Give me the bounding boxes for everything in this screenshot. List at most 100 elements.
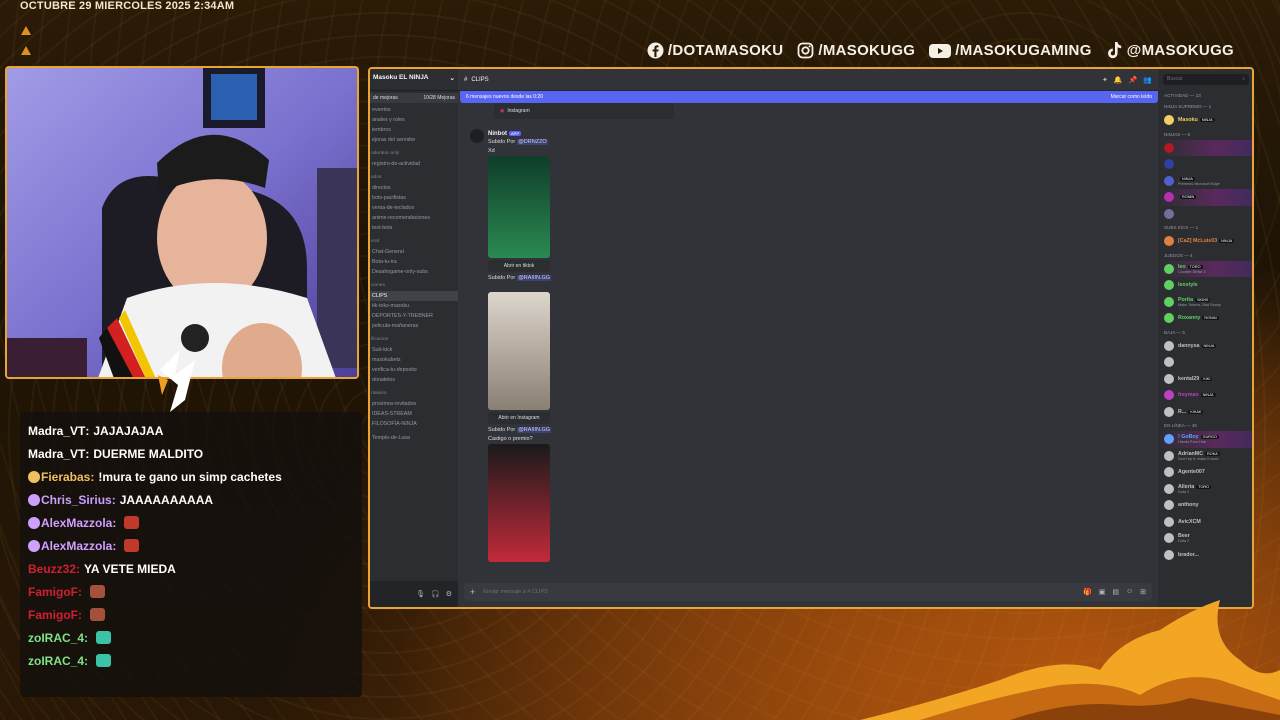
member-item[interactable]: Agente007 [1158,464,1252,481]
channel-item[interactable]: FILOSOFÍA-NINJA [370,419,458,429]
channel-category[interactable]: ciones [370,281,458,291]
member-item[interactable]: brador... [1158,547,1252,564]
facebook-icon [647,42,664,59]
message-author[interactable]: Ninbot [488,131,507,137]
channel-category[interactable]: oderator-only [370,149,458,159]
pin-icon[interactable]: 📌 [1129,76,1138,84]
user-mention[interactable]: @RAIIIN.GG [517,427,552,433]
member-item[interactable]: Roxanny RONIN [1158,310,1252,327]
chat-username[interactable]: AlexMazzola [41,539,112,553]
member-name: AvicXCM [1178,518,1201,525]
gif-icon[interactable]: ▣ [1099,588,1106,596]
channel-category[interactable]: ados [370,173,458,183]
member-item[interactable]: [CaZ] McLuis03 NINJA [1158,233,1252,250]
gear-icon[interactable]: ⚙ [446,590,452,598]
open-link-button[interactable]: Abrir en tiktok [488,260,550,272]
chat-username[interactable]: Madra_VT [28,447,85,461]
video-embed[interactable] [488,156,550,258]
channel-item[interactable]: pelicula-mañaneras [370,321,458,331]
member-item[interactable] [1158,139,1252,156]
chat-username[interactable]: FamigoF [28,608,78,622]
member-item[interactable]: ! GoBoy GURGO Hands Porn Hub [1158,431,1252,448]
member-item[interactable] [1158,206,1252,223]
channel-item[interactable]: donatelos [370,375,458,385]
message-composer[interactable]: + Enviar mensaje a # CLIPS 🎁 ▣ ▤ ☺ ⊞ [464,583,1152,601]
channel-item[interactable]: ejoras del servidor [370,135,458,145]
channel-item[interactable]: test-bots [370,223,458,233]
channel-item[interactable]: Templo-de-Lusa [370,433,458,443]
apps-icon[interactable]: ⊞ [1140,588,1146,596]
user-mention[interactable]: @DRNZZO [517,139,548,145]
open-link-button[interactable]: Abrir en Instagram [488,412,550,424]
chat-username[interactable]: FamigoF [28,585,78,599]
channel-item[interactable]: bots-pacifistas [370,193,458,203]
sticker-icon[interactable]: ▤ [1112,588,1119,596]
chat-username[interactable]: AlexMazzola [41,516,112,530]
channel-item[interactable]: iembros [370,125,458,135]
member-item[interactable]: Porita SKINS Make Tokens, Bad Bunny [1158,294,1252,311]
member-item[interactable]: anthony [1158,497,1252,514]
channel-category[interactable]: ntasioo [370,389,458,399]
channel-item[interactable]: proximos-invitados [370,399,458,409]
member-name: Agente007 [1178,469,1205,476]
new-messages-bar[interactable]: 6 mensajes nuevos desde las 0:20 Marcar … [460,91,1158,103]
member-item[interactable]: R... KIKAK [1158,404,1252,421]
member-item[interactable]: dannysa NINJA [1158,338,1252,355]
previous-embed[interactable]: ◉ Instagram [494,103,674,119]
members-icon[interactable]: 👥 [1143,76,1152,84]
channel-item[interactable]: eventos [370,105,458,115]
chat-username[interactable]: zoIRAC_4 [28,654,84,668]
server-header[interactable]: Masoku EL NINJA ⌄ [370,69,458,91]
video-embed[interactable] [488,444,550,562]
channel-item[interactable]: venta-de-teclados [370,203,458,213]
mark-read-button[interactable]: Marcar como leído [1111,94,1152,100]
threads-icon[interactable]: ✦ [1102,76,1108,84]
channel-item[interactable]: verifica-tu-deposito [370,365,458,375]
channel-item[interactable]: Bota-tu-ira [370,257,458,267]
headphones-icon[interactable]: 🎧 [431,590,440,598]
member-item[interactable]: kental29 KIKI [1158,371,1252,388]
chat-username[interactable]: Madra_VT [28,424,85,438]
channel-item[interactable]: DEPORTES-Y-TREBNER [370,311,458,321]
role-tag: KIKI [1201,376,1213,381]
channel-item[interactable]: tik-toks-masoku [370,301,458,311]
member-item[interactable] [1158,354,1252,371]
channel-category[interactable]: ificacion [370,335,458,345]
channel-item[interactable]: Desahogame-only-subs [370,267,458,277]
bot-avatar[interactable] [470,129,484,143]
member-item[interactable]: leo TORO Counter-Strike 2 [1158,260,1252,277]
channel-item[interactable]: anime-recomendaciones [370,213,458,223]
member-item[interactable]: Alleria TORO Dota 2 [1158,481,1252,498]
emoji-icon[interactable]: ☺ [1126,588,1133,596]
channel-item[interactable]: Sub-kick [370,345,458,355]
chat-username[interactable]: Beuzz32 [28,562,76,576]
member-item[interactable]: AdrianMC ROKA Don't try it, make it work [1158,448,1252,465]
member-item[interactable] [1158,156,1252,173]
member-item[interactable]: RONIN [1158,189,1252,206]
member-item[interactable]: Masoku NINJA [1158,112,1252,129]
chat-username[interactable]: zoIRAC_4 [28,631,84,645]
channel-item[interactable]: Chat-General [370,247,458,257]
microphone-icon[interactable]: 🎙 [416,590,425,598]
chat-username[interactable]: Chris_Sirius [41,493,112,507]
member-item[interactable]: freyman NINJA [1158,387,1252,404]
channel-item[interactable]: registro-de-actividad [370,159,458,169]
server-boost-bar[interactable]: de mejoras 10/28 Mejoras [370,93,458,103]
search-input[interactable]: Buscar ⌕ [1163,74,1249,85]
channel-category[interactable]: eral [370,237,458,247]
bell-icon[interactable]: 🔔 [1114,76,1123,84]
gift-icon[interactable]: 🎁 [1083,588,1092,596]
user-mention[interactable]: @RAIIIN.GG [517,275,552,281]
channel-item[interactable]: masokubets [370,355,458,365]
plus-icon[interactable]: + [470,587,475,597]
channel-item[interactable]: directos [370,183,458,193]
member-item[interactable]: leostyle [1158,277,1252,294]
video-embed[interactable] [488,292,550,410]
channel-item[interactable]: IDEAS-STREAM [370,409,458,419]
member-item[interactable]: Beer Dota 2 [1158,530,1252,547]
chat-username[interactable]: Fierabas [41,470,90,484]
member-item[interactable]: AvicXCM [1158,514,1252,531]
channel-item[interactable]: anales y roles [370,115,458,125]
member-item[interactable]: NINJA Primeros Microsoft Edge [1158,173,1252,190]
channel-item[interactable]: CLIPS [370,291,458,301]
